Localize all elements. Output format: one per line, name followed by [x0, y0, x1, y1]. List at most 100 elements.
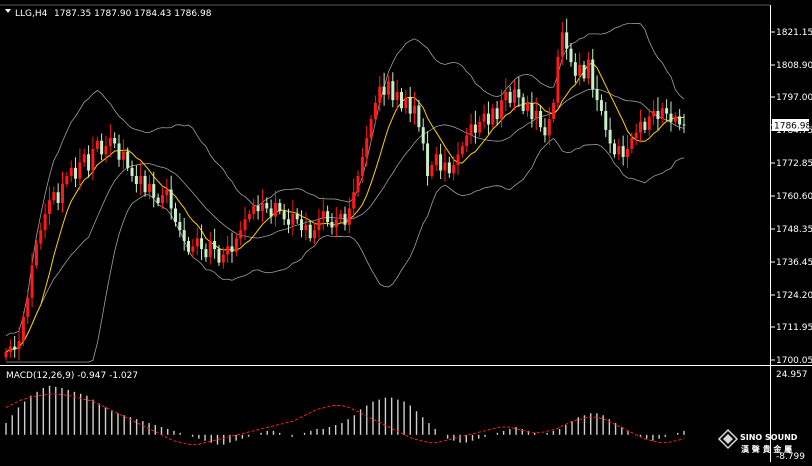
candle: [513, 80, 516, 110]
candle: [117, 134, 121, 167]
candle: [660, 102, 664, 124]
candle: [508, 86, 512, 108]
candle: [156, 193, 160, 207]
candle: [213, 228, 217, 259]
logo-diamond-icon: [717, 428, 739, 450]
candle: [352, 178, 356, 220]
candle: [491, 104, 495, 128]
candle: [234, 232, 238, 257]
candle: [634, 123, 638, 146]
candle: [595, 75, 599, 112]
candle: [230, 232, 234, 263]
signal-line: [5, 393, 685, 446]
candle: [174, 202, 177, 227]
candle: [21, 311, 25, 346]
candle: [647, 109, 651, 136]
candle: [43, 203, 47, 239]
candle: [204, 243, 208, 262]
candle: [134, 165, 138, 193]
tick-1797: 1797.00: [770, 93, 812, 103]
symbol-label[interactable]: LLG,H4: [15, 9, 48, 19]
candle: [469, 113, 473, 144]
tick-1772: 1772.85: [770, 159, 812, 169]
candle: [430, 161, 434, 180]
candle: [404, 90, 408, 115]
candle: [456, 142, 460, 175]
candle: [608, 117, 612, 154]
candle: [34, 239, 38, 269]
candle: [95, 136, 99, 153]
candle: [243, 207, 247, 240]
candle: [282, 203, 286, 226]
candle: [652, 100, 656, 125]
macd-indicator-panel[interactable]: MACD(12,26,9) -0.947 -1.027 24.957 -8.79…: [5, 370, 808, 462]
candle: [130, 160, 134, 182]
candle: [408, 86, 412, 123]
candle: [569, 42, 573, 67]
candle: [669, 101, 673, 132]
candle: [439, 143, 443, 179]
candle: [39, 222, 43, 250]
candle: [61, 171, 64, 213]
candle: [256, 195, 260, 220]
price-chart[interactable]: LLG,H4 1787.35 1787.90 1784.43 1786.98 1…: [0, 0, 812, 462]
candle: [400, 87, 403, 112]
candle: [391, 72, 395, 108]
candle: [443, 148, 447, 182]
candle: [295, 208, 299, 224]
svg-text:1797.00: 1797.00: [776, 93, 812, 103]
tick-1736: 1736.45: [770, 258, 812, 268]
candle: [382, 72, 386, 106]
svg-text:1736.45: 1736.45: [776, 258, 812, 268]
svg-text:1724.20: 1724.20: [776, 291, 812, 301]
candle: [8, 339, 12, 358]
candle: [421, 118, 425, 151]
candle: [17, 327, 21, 361]
candle: [473, 110, 477, 144]
candle: [69, 160, 73, 182]
svg-text:1786.98: 1786.98: [774, 122, 811, 132]
svg-text:1760.60: 1760.60: [776, 192, 812, 202]
svg-text:1821.15: 1821.15: [776, 28, 812, 38]
candle: [604, 102, 608, 138]
candle: [517, 77, 521, 108]
candle: [287, 208, 290, 234]
candle: [504, 78, 508, 112]
candle: [556, 49, 560, 109]
candle: [269, 199, 273, 224]
candle: [478, 116, 482, 138]
candle: [278, 198, 282, 215]
symbol-dropdown-icon[interactable]: [5, 9, 11, 13]
candle: [539, 105, 543, 132]
tick-1700: 1700.05: [770, 356, 812, 366]
candle: [621, 135, 625, 166]
logo-subtext: 漢 聲 貴 金 屬: [741, 444, 792, 454]
candle: [447, 156, 451, 178]
candle: [143, 170, 147, 197]
candle: [226, 235, 230, 263]
svg-text:1748.35: 1748.35: [776, 225, 812, 235]
price-axis[interactable]: 1821.15 1808.90 1797.00 1784.75 1772.85 …: [770, 28, 812, 366]
candle: [343, 206, 347, 231]
candle: [165, 178, 169, 204]
candle: [395, 79, 399, 110]
candle: [308, 220, 312, 242]
candle: [526, 95, 530, 117]
candle: [330, 213, 334, 235]
candle: [321, 197, 325, 231]
candle: [113, 132, 117, 149]
candle: [534, 97, 538, 131]
candle: [360, 148, 364, 184]
candle: [74, 157, 78, 188]
candle: [673, 112, 677, 126]
candle: [460, 142, 464, 158]
candle: [465, 128, 469, 153]
candle: [91, 136, 95, 181]
svg-text:1700.05: 1700.05: [776, 356, 812, 366]
candle: [260, 189, 264, 223]
svg-text:1711.95: 1711.95: [776, 323, 812, 333]
candle: [413, 91, 417, 125]
candle: [434, 146, 438, 171]
candle: [486, 101, 490, 135]
candle: [682, 113, 686, 134]
